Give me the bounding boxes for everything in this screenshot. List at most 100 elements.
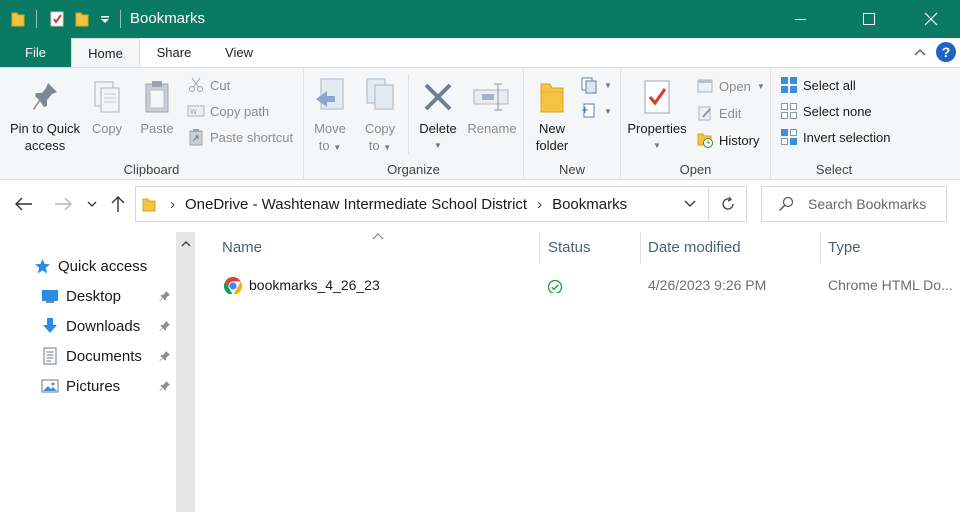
navigation-pane: Quick access Desktop Downloads Documents…: [0, 228, 196, 512]
cut-button[interactable]: Cut: [186, 73, 230, 97]
collapse-ribbon-icon[interactable]: [912, 44, 928, 60]
paste-shortcut-icon: [186, 127, 206, 147]
search-box[interactable]: Search Bookmarks: [761, 186, 947, 222]
back-button[interactable]: [12, 192, 36, 216]
address-bar[interactable]: › OneDrive - Washtenaw Intermediate Scho…: [135, 186, 747, 222]
paste-shortcut-label: Paste shortcut: [210, 129, 294, 145]
delete-button[interactable]: Delete ▼: [416, 74, 460, 154]
easy-access-button[interactable]: ▼: [580, 99, 612, 123]
open-button[interactable]: Open ▼: [695, 74, 765, 98]
invert-selection-button[interactable]: Invert selection: [779, 125, 890, 149]
select-all-button[interactable]: Select all: [779, 73, 856, 97]
select-group-label: Select: [815, 162, 853, 177]
back-arrow-icon: [15, 197, 32, 211]
column-divider[interactable]: [820, 232, 821, 264]
address-history-dropdown[interactable]: [684, 200, 696, 208]
nav-desktop[interactable]: Desktop: [41, 283, 121, 309]
breadcrumb-separator[interactable]: ›: [537, 196, 542, 213]
easy-access-icon: [580, 101, 600, 121]
move-to-button[interactable]: Move to ▼: [310, 74, 350, 156]
close-button[interactable]: [908, 0, 954, 38]
customize-quick-access-dropdown[interactable]: [100, 0, 110, 38]
tab-view[interactable]: View: [208, 38, 270, 67]
open-icon: [695, 76, 715, 96]
new-group: New folder ▼ ▼ New: [524, 68, 621, 180]
search-placeholder: Search Bookmarks: [808, 196, 927, 212]
forward-button[interactable]: [51, 192, 75, 216]
move-to-label-line1: Move: [314, 121, 346, 136]
navigation-scrollbar[interactable]: [176, 232, 195, 512]
rename-icon: [464, 74, 520, 120]
rename-button[interactable]: Rename: [464, 74, 520, 137]
help-icon[interactable]: ?: [936, 42, 956, 62]
select-all-label: Select all: [803, 77, 856, 93]
breadcrumb-separator[interactable]: ›: [170, 196, 175, 213]
table-row[interactable]: bookmarks_4_26_23 4/26/2023 9:26 PM Chro…: [216, 272, 960, 298]
column-divider[interactable]: [640, 232, 641, 264]
edit-button[interactable]: Edit: [695, 101, 741, 125]
svg-text:W: W: [190, 108, 197, 116]
edit-label: Edit: [719, 105, 742, 121]
select-none-button[interactable]: Select none: [779, 99, 872, 123]
copy-path-label: Copy path: [210, 103, 270, 119]
title-separator: [120, 10, 121, 28]
scissors-icon: [186, 75, 206, 95]
paste-icon: [134, 74, 180, 120]
pin-icon[interactable]: [157, 348, 173, 364]
nav-pictures[interactable]: Pictures: [41, 373, 120, 399]
column-header-status[interactable]: Status: [548, 236, 591, 260]
copy-to-icon: [360, 74, 400, 120]
up-arrow-icon: [111, 196, 125, 212]
move-to-label-line2: to: [318, 138, 330, 153]
column-header-type[interactable]: Type: [828, 236, 861, 260]
pin-icon[interactable]: [157, 288, 173, 304]
column-header-date-modified[interactable]: Date modified: [648, 236, 741, 260]
forward-arrow-icon: [55, 197, 72, 211]
pin-icon[interactable]: [157, 318, 173, 334]
paste-shortcut-button[interactable]: Paste shortcut: [186, 125, 293, 149]
new-folder-label-line2: folder: [535, 138, 569, 153]
scroll-up-arrow-icon[interactable]: [176, 234, 195, 254]
select-all-icon: [779, 75, 799, 95]
synced-check-icon: [547, 277, 563, 293]
file-date-modified: 4/26/2023 9:26 PM: [648, 277, 767, 293]
rename-label: Rename: [467, 121, 517, 136]
tab-share[interactable]: Share: [140, 38, 208, 67]
refresh-button[interactable]: [708, 186, 747, 222]
breadcrumb-bookmarks[interactable]: Bookmarks: [552, 196, 627, 213]
tab-file[interactable]: File: [0, 38, 71, 67]
minimize-button[interactable]: [778, 0, 824, 38]
copy-to-button[interactable]: Copy to ▼: [360, 74, 400, 156]
nav-downloads[interactable]: Downloads: [41, 313, 140, 339]
properties-button[interactable]: Properties ▼: [625, 74, 689, 154]
pin-to-quick-access-button[interactable]: Pin to Quick access: [4, 74, 86, 154]
history-button[interactable]: History: [695, 128, 759, 152]
new-folder-quick-button[interactable]: [74, 0, 90, 38]
column-divider[interactable]: [539, 232, 540, 264]
paste-button[interactable]: Paste: [134, 74, 180, 137]
copy-button[interactable]: Copy: [86, 74, 128, 137]
ribbon-tabs: File Home Share View ?: [0, 38, 960, 68]
folder-icon: [10, 0, 26, 38]
recent-locations-button[interactable]: [82, 192, 102, 216]
select-none-icon: [779, 101, 799, 121]
new-folder-button[interactable]: New folder: [530, 74, 574, 154]
star-icon: [33, 257, 51, 275]
nav-quick-access[interactable]: Quick access: [33, 253, 147, 279]
history-icon: [695, 130, 715, 150]
properties-quick-button[interactable]: [48, 0, 66, 38]
new-item-button[interactable]: ▼: [580, 73, 612, 97]
move-to-icon: [310, 74, 350, 120]
breadcrumb-onedrive[interactable]: OneDrive - Washtenaw Intermediate School…: [185, 196, 527, 213]
up-button[interactable]: [106, 192, 130, 216]
copy-to-label-line1: Copy: [364, 121, 396, 136]
tab-home[interactable]: Home: [71, 38, 140, 68]
maximize-button[interactable]: [846, 0, 892, 38]
quick-access-separator: [36, 10, 37, 28]
pin-icon[interactable]: [157, 378, 173, 394]
edit-icon: [695, 103, 715, 123]
column-header-name[interactable]: Name: [222, 236, 262, 260]
copy-path-button[interactable]: W Copy path: [186, 99, 269, 123]
nav-documents[interactable]: Documents: [41, 343, 142, 369]
open-group: Properties ▼ Open ▼ Edit History Open: [621, 68, 771, 180]
